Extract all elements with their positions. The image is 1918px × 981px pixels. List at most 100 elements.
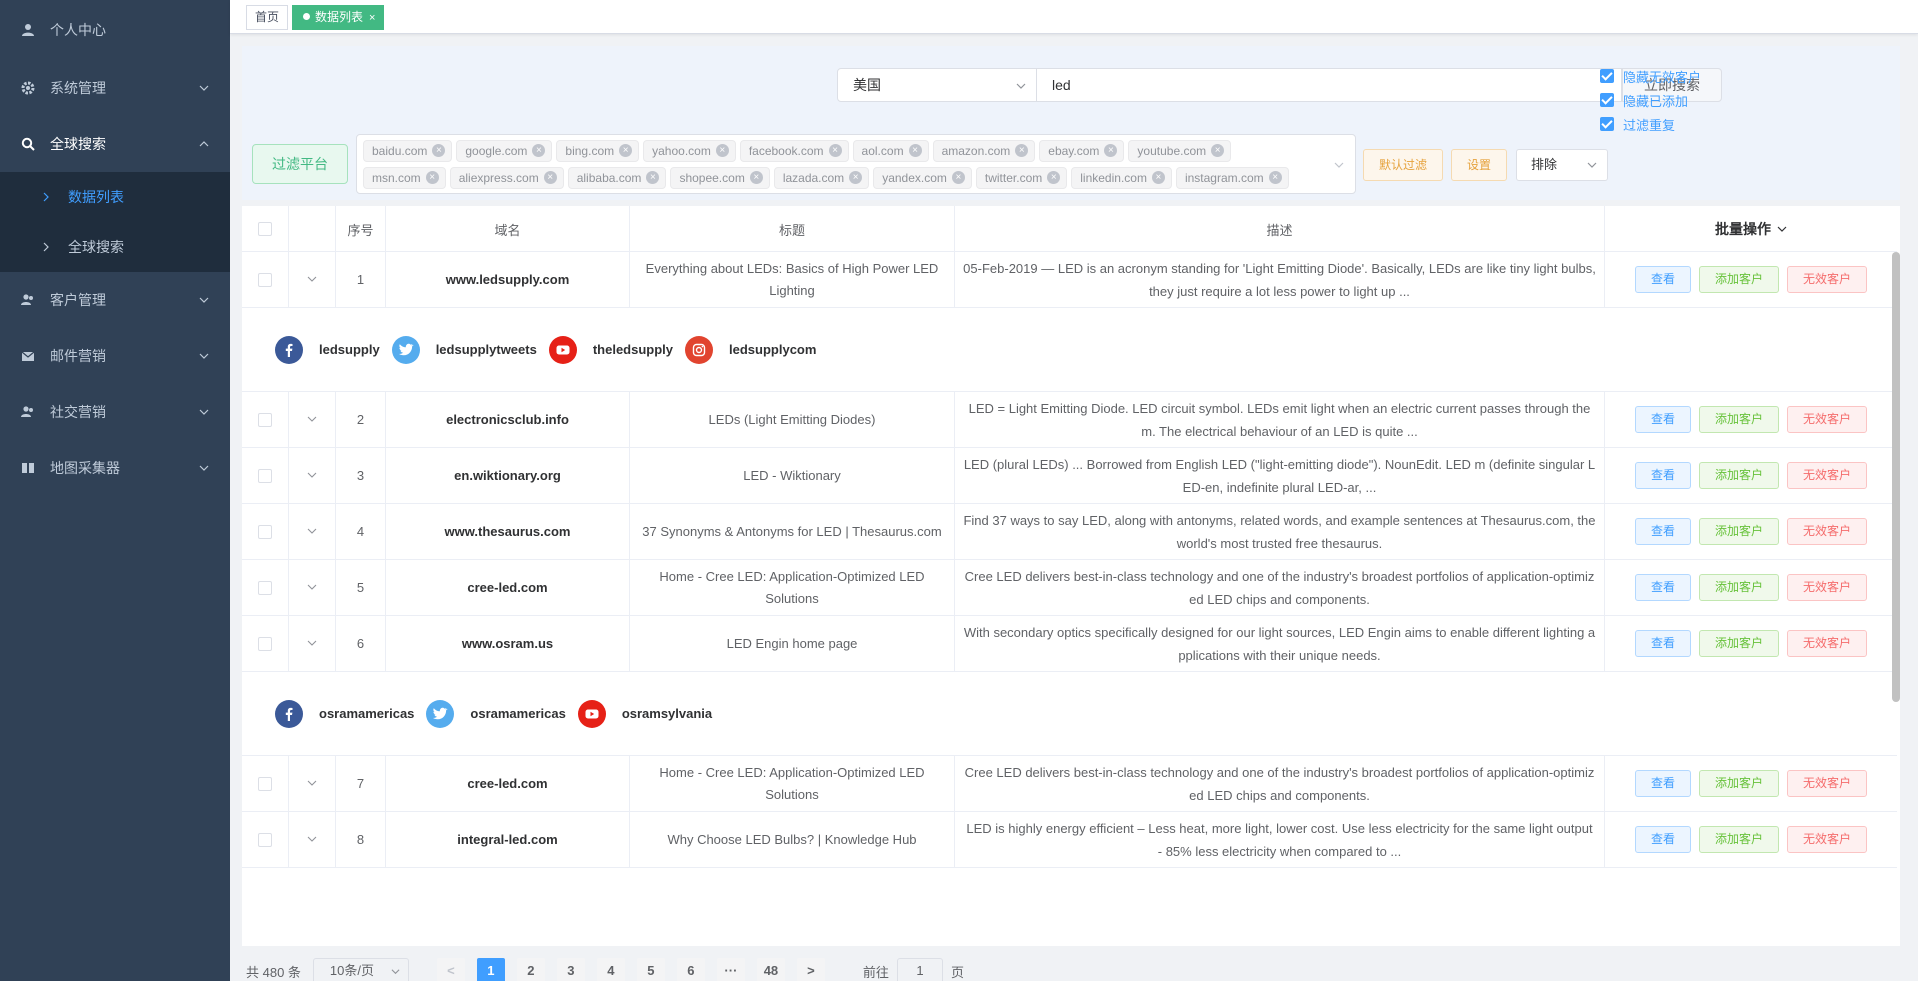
tag-home[interactable]: 首页 [246, 5, 289, 30]
add-customer-button[interactable]: 添加客户 [1699, 826, 1779, 853]
checkbox[interactable] [258, 524, 272, 539]
batch-actions-dropdown[interactable]: 批量操作 [1605, 206, 1897, 252]
header-select-all[interactable] [242, 206, 289, 252]
invalid-customer-button[interactable]: 无效客户 [1787, 770, 1867, 797]
close-icon[interactable]: × [543, 171, 557, 185]
sidebar-item-global-search[interactable]: 全球搜索 [0, 116, 230, 172]
checkbox[interactable] [258, 272, 272, 287]
filter-duplicate-checkbox[interactable]: 过滤重复 [1600, 112, 1701, 136]
platform-multiselect[interactable]: baidu.com × google.com × bing.com × yahoo.com ×… [356, 134, 1356, 194]
view-button[interactable]: 查看 [1635, 406, 1691, 433]
row-expand-cell[interactable] [289, 448, 336, 503]
page-button[interactable]: 48 [756, 958, 785, 981]
checkbox[interactable] [258, 636, 272, 651]
sidebar-item-profile[interactable]: 个人中心 [0, 0, 230, 60]
exclude-select[interactable]: 排除 [1516, 149, 1608, 181]
close-icon[interactable]: × [1268, 171, 1282, 185]
add-customer-button[interactable]: 添加客户 [1699, 574, 1779, 601]
page-button[interactable]: 2 [516, 958, 545, 981]
row-expand-cell[interactable] [289, 756, 336, 811]
add-customer-button[interactable]: 添加客户 [1699, 630, 1779, 657]
close-icon[interactable]: × [1151, 171, 1165, 185]
view-button[interactable]: 查看 [1635, 574, 1691, 601]
invalid-customer-button[interactable]: 无效客户 [1787, 266, 1867, 293]
goto-page-input[interactable]: 1 [896, 958, 943, 981]
hide-invalid-checkbox[interactable]: 隐藏无效客户 [1600, 64, 1701, 88]
row-expand-cell[interactable] [289, 560, 336, 615]
sidebar-subitem-data-list[interactable]: 数据列表 [0, 172, 230, 222]
checkbox[interactable] [258, 832, 272, 847]
checkbox[interactable] [258, 776, 272, 791]
view-button[interactable]: 查看 [1635, 518, 1691, 545]
hide-added-checkbox[interactable]: 隐藏已添加 [1600, 88, 1701, 112]
checkbox[interactable] [258, 468, 272, 483]
vertical-scrollbar[interactable] [1892, 252, 1900, 702]
row-expand-cell[interactable] [289, 392, 336, 447]
tag-data-list[interactable]: 数据列表 × [292, 5, 385, 30]
social-link[interactable]: osramamericas [275, 699, 414, 728]
page-button[interactable]: ··· [716, 958, 745, 981]
sidebar-subitem-global-search[interactable]: 全球搜索 [0, 222, 230, 272]
view-button[interactable]: 查看 [1635, 462, 1691, 489]
close-icon[interactable]: × [532, 144, 546, 158]
close-icon[interactable]: × [715, 144, 729, 158]
view-button[interactable]: 查看 [1635, 826, 1691, 853]
invalid-customer-button[interactable]: 无效客户 [1787, 406, 1867, 433]
view-button[interactable]: 查看 [1635, 770, 1691, 797]
chevron-down-icon[interactable] [307, 465, 317, 487]
social-link[interactable]: ledsupply [275, 335, 380, 364]
prev-page-button[interactable]: < [436, 958, 465, 981]
next-page-button[interactable]: > [796, 958, 825, 981]
invalid-customer-button[interactable]: 无效客户 [1787, 574, 1867, 601]
social-link[interactable]: osramamericas [426, 699, 566, 728]
close-icon[interactable]: × [849, 171, 863, 185]
sidebar-item-system[interactable]: 系统管理 [0, 60, 230, 116]
social-link[interactable]: theledsupply [548, 335, 673, 364]
invalid-customer-button[interactable]: 无效客户 [1787, 462, 1867, 489]
invalid-customer-button[interactable]: 无效客户 [1787, 518, 1867, 545]
add-customer-button[interactable]: 添加客户 [1699, 266, 1779, 293]
page-button[interactable]: 4 [596, 958, 625, 981]
row-expand-cell[interactable] [289, 812, 336, 867]
close-icon[interactable]: × [1047, 171, 1061, 185]
checkbox[interactable] [258, 580, 272, 595]
close-icon[interactable]: × [951, 171, 965, 185]
chevron-down-icon[interactable] [307, 633, 317, 655]
checkbox[interactable] [258, 412, 272, 427]
close-icon[interactable]: × [1015, 144, 1029, 158]
filter-platform-button[interactable]: 过滤平台 [252, 144, 348, 184]
close-icon[interactable]: × [425, 171, 439, 185]
checkbox[interactable] [258, 222, 272, 236]
close-icon[interactable]: × [1104, 144, 1118, 158]
close-icon[interactable]: × [432, 144, 446, 158]
add-customer-button[interactable]: 添加客户 [1699, 770, 1779, 797]
chevron-down-icon[interactable] [307, 521, 317, 543]
page-button[interactable]: 3 [556, 958, 585, 981]
chevron-down-icon[interactable] [307, 773, 317, 795]
close-icon[interactable]: × [749, 171, 763, 185]
close-icon[interactable]: × [1211, 144, 1225, 158]
country-select[interactable]: 美国 [837, 68, 1037, 102]
row-expand-cell[interactable] [289, 616, 336, 671]
invalid-customer-button[interactable]: 无效客户 [1787, 630, 1867, 657]
close-icon[interactable]: × [828, 144, 842, 158]
close-icon[interactable]: × [369, 12, 375, 24]
view-button[interactable]: 查看 [1635, 266, 1691, 293]
sidebar-item-customers[interactable]: 客户管理 [0, 272, 230, 328]
page-button[interactable]: 1 [476, 958, 505, 981]
default-filter-button[interactable]: 默认过滤 [1363, 149, 1443, 181]
chevron-down-icon[interactable] [307, 269, 317, 291]
add-customer-button[interactable]: 添加客户 [1699, 462, 1779, 489]
sidebar-item-email[interactable]: 邮件营销 [0, 328, 230, 384]
page-size-select[interactable]: 10条/页 [312, 958, 409, 981]
close-icon[interactable]: × [619, 144, 633, 158]
chevron-down-icon[interactable] [307, 409, 317, 431]
row-expand-cell[interactable] [289, 252, 336, 307]
search-input[interactable]: led [1037, 68, 1622, 102]
add-customer-button[interactable]: 添加客户 [1699, 518, 1779, 545]
close-icon[interactable]: × [908, 144, 922, 158]
sidebar-item-social[interactable]: 社交营销 [0, 384, 230, 440]
chevron-down-icon[interactable] [307, 829, 317, 851]
social-link[interactable]: osramsylvania [577, 699, 712, 728]
close-icon[interactable]: × [646, 171, 660, 185]
